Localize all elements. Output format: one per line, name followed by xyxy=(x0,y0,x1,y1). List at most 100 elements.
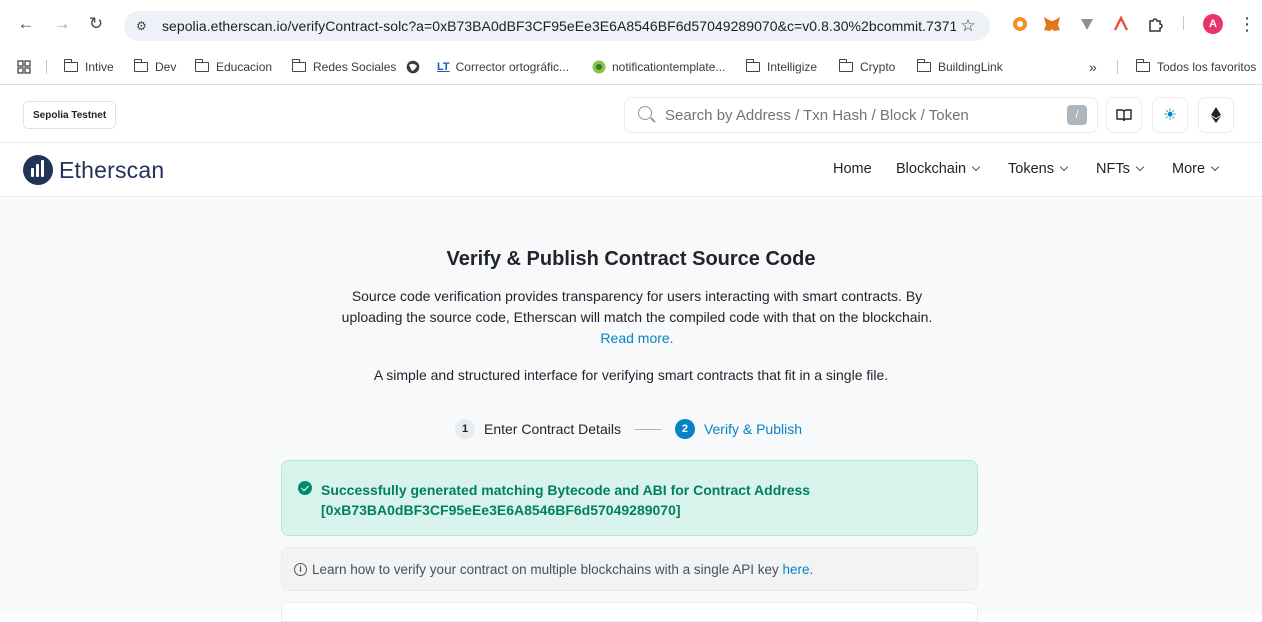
address-bar[interactable]: ⚙ sepolia.etherscan.io/verifyContract-so… xyxy=(124,11,990,41)
folder-icon xyxy=(745,59,760,72)
toolbar-divider xyxy=(1183,16,1184,30)
chevron-down-icon xyxy=(1059,162,1069,172)
folder-icon xyxy=(194,59,209,72)
bookmark-label: Redes Sociales xyxy=(313,60,397,74)
green-site-icon xyxy=(592,60,606,74)
extension-a-icon[interactable] xyxy=(1111,14,1131,34)
more-bookmarks-chevron-icon[interactable]: » xyxy=(1089,58,1097,76)
profile-avatar[interactable]: A xyxy=(1203,14,1223,34)
nav-tokens[interactable]: Tokens xyxy=(1008,161,1069,177)
folder-icon xyxy=(916,59,931,72)
chevron-down-icon xyxy=(1135,162,1145,172)
all-bookmarks[interactable]: Todos los favoritos xyxy=(1135,58,1257,76)
bookmark-corrector[interactable]: LT Corrector ortográfic... xyxy=(437,58,569,76)
browser-menu-icon[interactable]: ⋮ xyxy=(1237,14,1257,34)
profile-initial: A xyxy=(1209,18,1217,30)
search-icon xyxy=(637,105,657,125)
bookmark-label: Intive xyxy=(85,60,114,74)
etherscan-logo[interactable]: Etherscan xyxy=(23,155,164,185)
bookmarks-divider xyxy=(46,60,47,74)
bookmark-intelligize[interactable]: Intelligize xyxy=(745,58,818,76)
bookmark-crypto[interactable]: Crypto xyxy=(838,58,896,76)
main-content: Verify & Publish Contract Source Code So… xyxy=(0,198,1262,622)
nav-label: Tokens xyxy=(1008,161,1054,177)
folder-icon xyxy=(291,59,306,72)
read-more-link[interactable]: Read more. xyxy=(600,330,673,346)
bookmark-educacion[interactable]: Educacion xyxy=(194,58,273,76)
bookmark-globe-icon[interactable] xyxy=(406,58,420,76)
url-text[interactable]: sepolia.etherscan.io/verifyContract-solc… xyxy=(162,18,956,34)
nav-label: Blockchain xyxy=(896,161,967,177)
languagetool-icon: LT xyxy=(437,61,450,73)
bookmark-label: Intelligize xyxy=(767,60,818,74)
stepper: 1 Enter Contract Details 2 Verify & Publ… xyxy=(455,417,802,441)
apps-grid-icon[interactable] xyxy=(17,58,31,76)
chevron-down-icon xyxy=(1210,162,1220,172)
network-badge[interactable]: Sepolia Testnet xyxy=(23,101,117,129)
success-alert: Successfully generated matching Bytecode… xyxy=(281,460,978,536)
bookmark-label: Educacion xyxy=(216,60,273,74)
search-box[interactable]: / xyxy=(624,97,1098,133)
back-arrow-icon[interactable]: ← xyxy=(16,14,36,34)
success-message: Successfully generated matching Bytecode… xyxy=(321,480,810,520)
hint-here-link[interactable]: here xyxy=(783,562,810,577)
bookmarks-divider xyxy=(1117,60,1118,74)
search-shortcut-key: / xyxy=(1067,105,1087,125)
form-card xyxy=(281,602,978,622)
bookmark-dev[interactable]: Dev xyxy=(133,58,177,76)
bookmark-label: Dev xyxy=(155,60,177,74)
reload-icon[interactable]: ↻ xyxy=(86,14,106,34)
search-input[interactable] xyxy=(665,106,1067,124)
step-number: 1 xyxy=(455,419,475,439)
metamask-fox-icon[interactable] xyxy=(1042,14,1062,34)
description-text: Source code verification provides transp… xyxy=(341,288,933,325)
folder-icon xyxy=(838,59,853,72)
bookmark-redes-sociales[interactable]: Redes Sociales xyxy=(291,58,397,76)
hint-end: . xyxy=(809,561,814,577)
book-icon[interactable] xyxy=(1106,97,1142,133)
bookmark-label: Corrector ortográfic... xyxy=(455,60,569,74)
bookmark-label: notificationtemplate... xyxy=(612,60,726,74)
bookmark-label: Crypto xyxy=(860,60,896,74)
folder-icon xyxy=(63,59,78,72)
forward-arrow-icon[interactable]: → xyxy=(52,14,72,34)
bookmark-star-icon[interactable]: ☆ xyxy=(956,16,980,36)
etherscan-logo-icon xyxy=(23,155,53,185)
nav-nfts[interactable]: NFTs xyxy=(1096,161,1145,177)
success-line-1: Successfully generated matching Bytecode… xyxy=(321,482,811,498)
page-description: Source code verification provides transp… xyxy=(330,286,944,349)
api-hint: i Learn how to verify your contract on m… xyxy=(281,547,978,591)
folder-icon xyxy=(133,59,148,72)
site-topbar: Sepolia Testnet / ☀ xyxy=(0,86,1262,143)
nav-label: Home xyxy=(833,161,872,177)
ethereum-icon[interactable] xyxy=(1198,97,1234,133)
chevron-down-icon xyxy=(971,162,981,172)
bookmark-notificationtemplate[interactable]: notificationtemplate... xyxy=(592,58,725,76)
step-label: Enter Contract Details xyxy=(484,421,621,437)
info-icon: i xyxy=(294,562,307,576)
step-verify-publish[interactable]: 2 Verify & Publish xyxy=(674,419,803,439)
bookmark-label: Todos los favoritos xyxy=(1157,60,1257,74)
nav-blockchain[interactable]: Blockchain xyxy=(896,161,981,177)
theme-sun-icon[interactable]: ☀ xyxy=(1152,97,1188,133)
nav-label: More xyxy=(1172,161,1206,177)
extensions-puzzle-icon[interactable] xyxy=(1146,14,1166,34)
browser-toolbar: ← → ↻ ⚙ sepolia.etherscan.io/verifyContr… xyxy=(0,0,1262,48)
extension-v-icon[interactable] xyxy=(1077,14,1097,34)
bookmarks-bar: Intive Dev Educacion Redes Sociales LT C… xyxy=(0,48,1262,85)
step-label: Verify & Publish xyxy=(703,421,803,437)
bookmark-intive[interactable]: Intive xyxy=(63,58,114,76)
nav-home[interactable]: Home xyxy=(833,161,872,177)
page-subtitle: A simple and structured interface for ve… xyxy=(373,367,889,383)
main-navigation: Etherscan Home Blockchain Tokens NFTs Mo… xyxy=(0,143,1262,197)
folder-icon xyxy=(1135,59,1150,72)
check-circle-icon xyxy=(298,481,312,495)
step-connector xyxy=(634,428,661,430)
step-enter-contract-details[interactable]: 1 Enter Contract Details xyxy=(455,419,621,439)
hint-text: Learn how to verify your contract on mul… xyxy=(312,561,779,577)
step-number: 2 xyxy=(674,419,695,439)
extension-orange-icon[interactable] xyxy=(1010,14,1030,34)
bookmark-buildinglink[interactable]: BuildingLink xyxy=(916,58,1003,76)
nav-more[interactable]: More xyxy=(1172,161,1220,177)
site-settings-icon[interactable]: ⚙ xyxy=(136,19,154,33)
